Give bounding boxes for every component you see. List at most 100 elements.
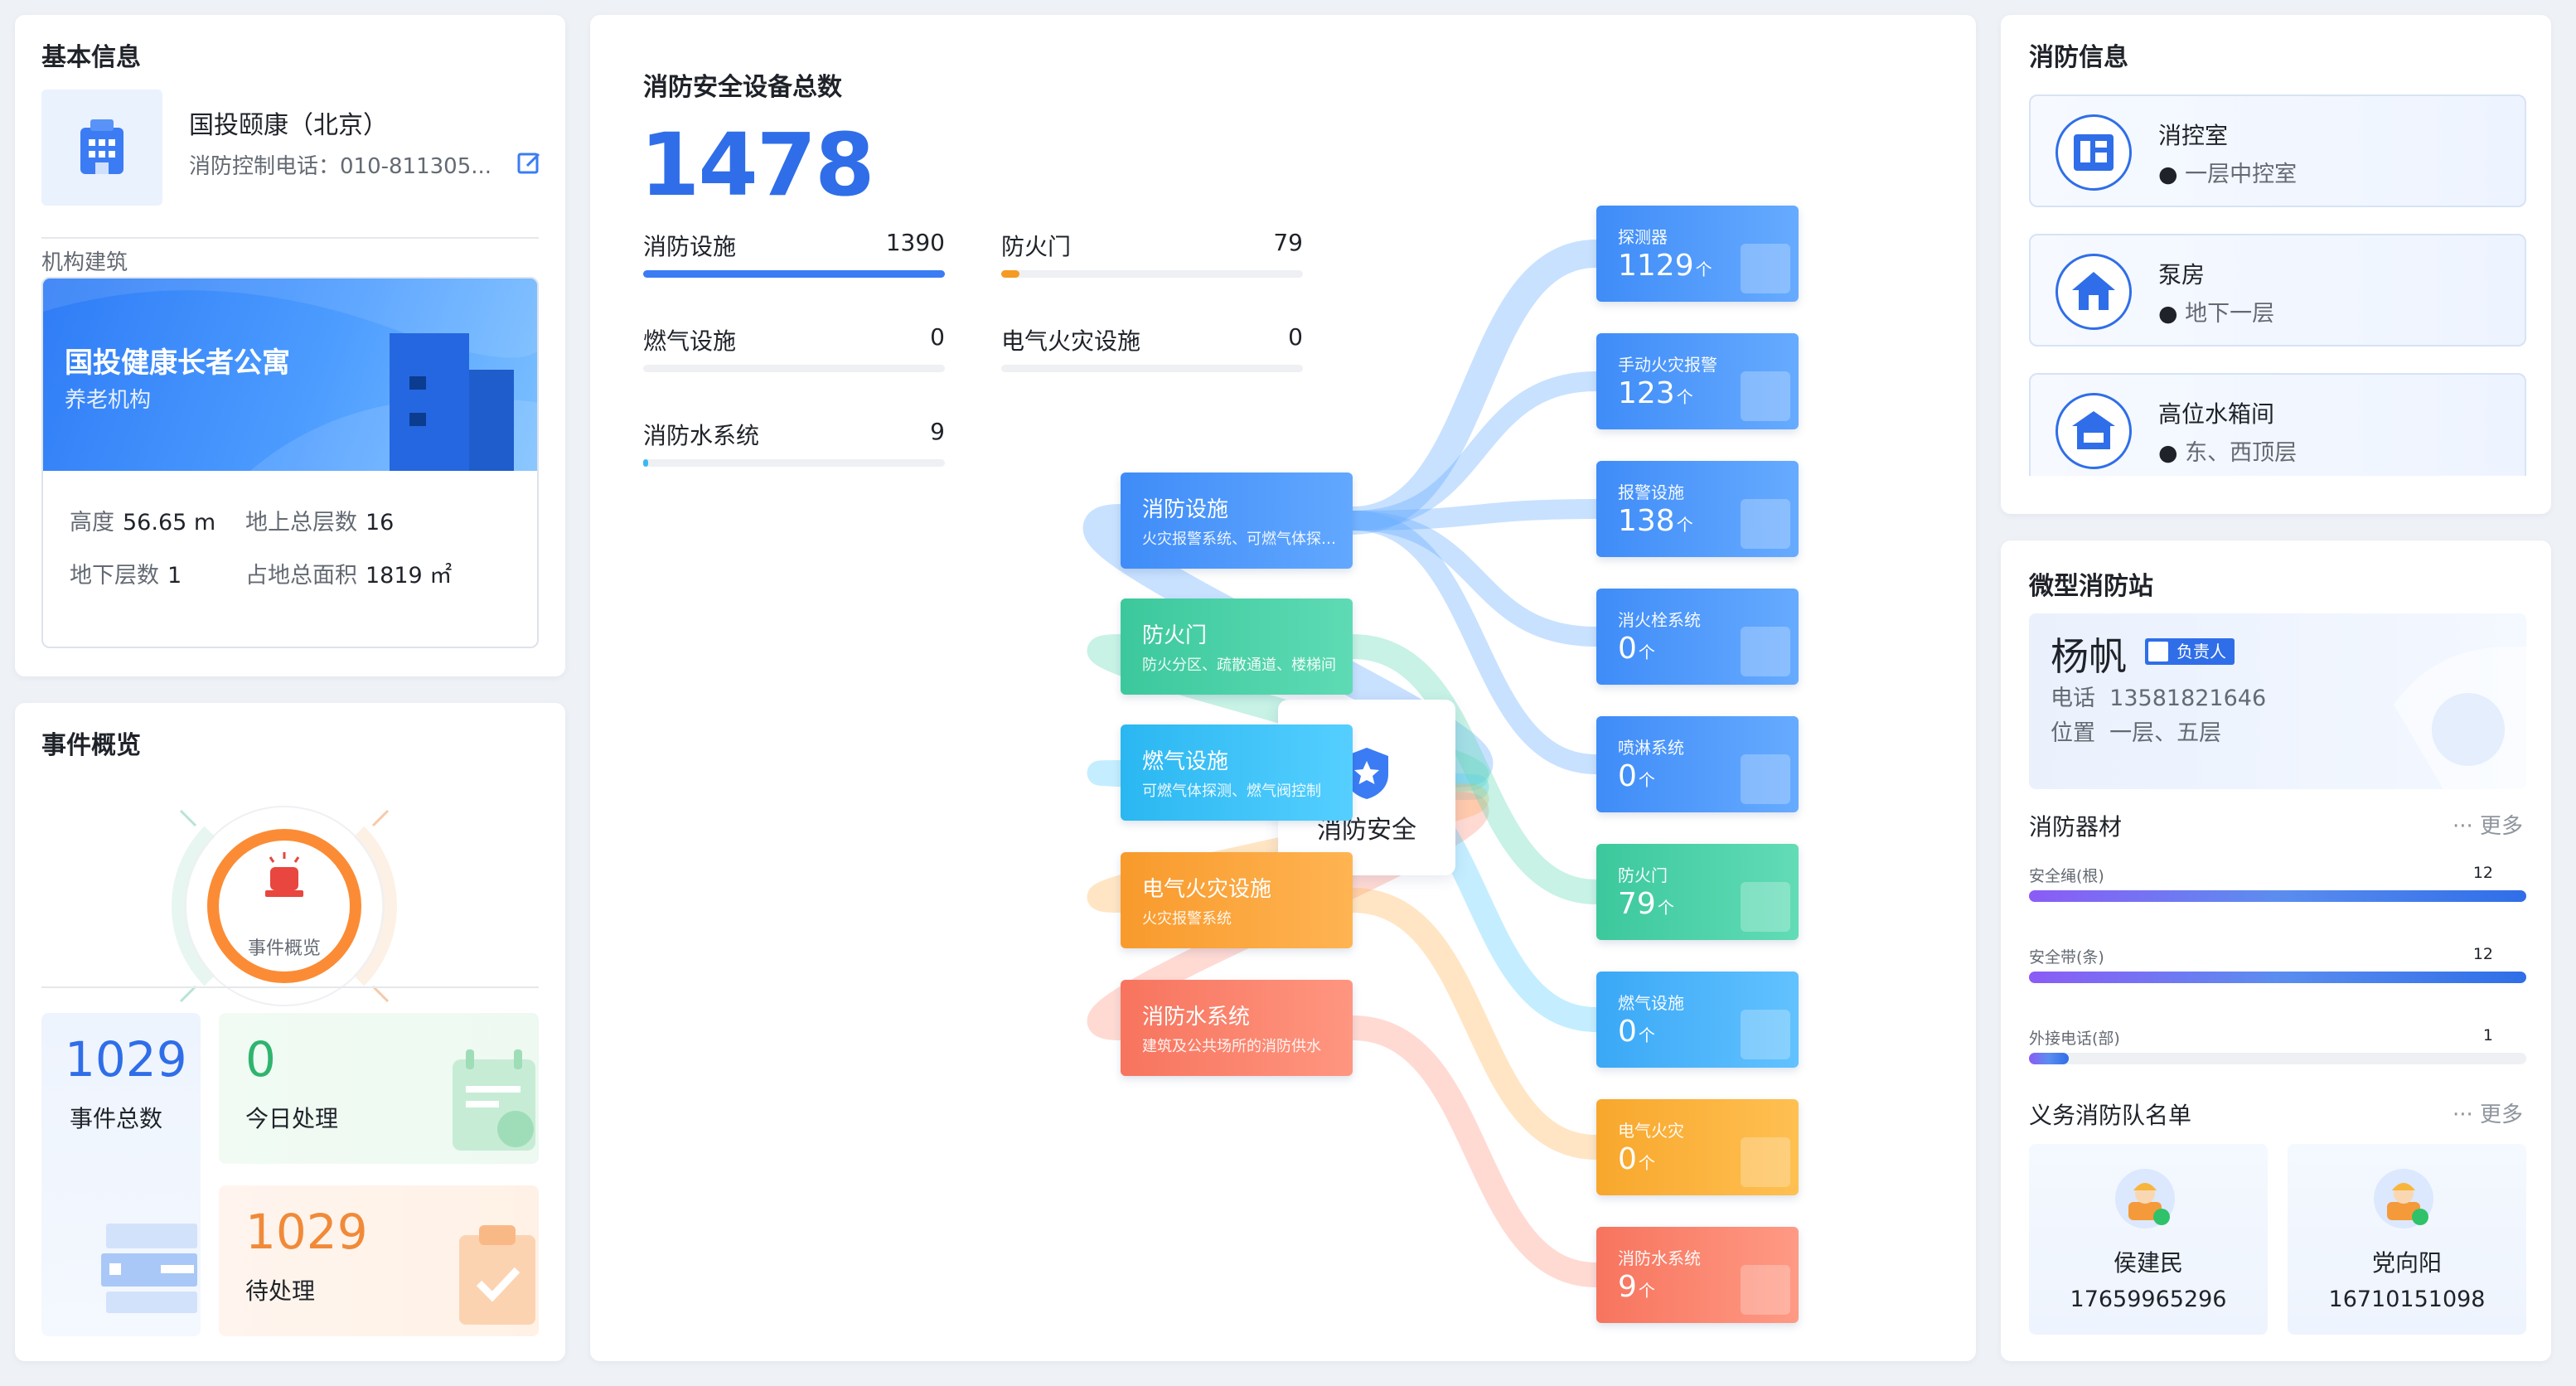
fire-control-room[interactable]: 消控室 ● 一层中控室 [2029, 94, 2526, 207]
device-node[interactable]: 消防水系统 9个 [1596, 1227, 1799, 1323]
equipment-title: 消防器材 [2029, 813, 2123, 841]
device-node[interactable]: 喷淋系统 0个 [1596, 716, 1799, 812]
clipboard-icon [456, 1219, 539, 1330]
person-badge-icon [2148, 642, 2168, 662]
equipment-fill [2029, 890, 2526, 902]
device-node-value: 9个 [1618, 1270, 1655, 1304]
device-overview-card: 消防安全设备总数 1478 消防设施 1390 防火门 79 燃气设施 0 电气… [590, 15, 1976, 1361]
event-today-box[interactable]: 0 今日处理 [219, 1013, 539, 1164]
device-deco-icon [1741, 627, 1790, 676]
firefighter-avatar-icon [2115, 1169, 2175, 1228]
device-node[interactable]: 手动火灾报警 123 个 [1596, 333, 1799, 429]
firefighter-avatar-icon [2374, 1169, 2433, 1228]
equipment-track [2029, 972, 2526, 983]
category-node[interactable]: 消防水系统 建筑及公共场所的消防供水 [1121, 980, 1353, 1076]
pump-room-icon [2055, 254, 2132, 330]
control-room-icon [2055, 114, 2132, 191]
category-node-subtitle: 建筑及公共场所的消防供水 [1142, 1038, 1321, 1055]
area-stat: 占地总面积 1819 ㎡ [245, 563, 453, 589]
device-node[interactable]: 防火门 79 个 [1596, 844, 1799, 940]
floors-below-stat: 地下层数 1 [70, 563, 182, 589]
card-icon [101, 1224, 201, 1318]
event-total-value: 1029 [65, 1031, 187, 1088]
category-node[interactable]: 防火门 防火分区、疏散通道、楼梯间 [1121, 598, 1353, 695]
equipment-name: 外接电话(部) [2029, 1030, 2120, 1048]
category-node-subtitle: 火灾报警系统、可燃气体探测系统 [1142, 531, 1341, 548]
ring-label: 事件概览 [247, 938, 321, 959]
equipment-more-link[interactable]: ··· 更多 [2453, 809, 2523, 840]
category-node-subtitle: 可燃气体探测、燃气阀控制 [1142, 783, 1321, 800]
equipment-track [2029, 890, 2526, 902]
equipment-value: 12 [2472, 945, 2493, 963]
device-node-value: 0个 [1618, 1142, 1655, 1176]
category-node[interactable]: 消防设施 火灾报警系统、可燃气体探测系统 [1121, 472, 1353, 569]
events-divider [41, 986, 539, 988]
equipment-item: 外接电话(部) 1 [2029, 1026, 2526, 1068]
volunteer-card[interactable]: 党向阳 16710151098 [2288, 1144, 2526, 1335]
category-node-title: 电气火灾设施 [1142, 877, 1272, 902]
equipment-name: 安全带(条) [2029, 948, 2104, 967]
basic-info-card: 基本信息 国投颐康（北京） 消防控制电话：010-811305... 机构建筑 … [15, 15, 565, 676]
equipment-value: 12 [2472, 864, 2493, 882]
water-tank-room[interactable]: 高位水箱间 ● 东、西顶层 [2029, 373, 2526, 476]
fire-info-card: 消防信息 消控室 ● 一层中控室 泵房 ● 地下一层 高位水箱间 ● 东、西顶层 [2001, 15, 2551, 514]
volunteer-more-link[interactable]: ··· 更多 [2453, 1098, 2523, 1128]
equipment-item: 安全绳(根) 12 [2029, 864, 2526, 905]
chief-badge: 负责人 [2145, 638, 2235, 665]
device-deco-icon [1741, 371, 1790, 421]
equipment-fill [2029, 972, 2526, 983]
equipment-fill [2029, 1053, 2069, 1064]
height-stat: 高度 56.65 m [70, 510, 216, 536]
device-node-value: 1129 个 [1618, 249, 1712, 283]
building-banner: 国投健康长者公寓 养老机构 [43, 279, 537, 471]
section-label: 机构建筑 [41, 250, 128, 275]
category-node-title: 防火门 [1142, 623, 1208, 648]
volunteer-phone: 17659965296 [2070, 1287, 2227, 1312]
events-card: 事件概览 事件概览 1029 事件总数 0 今日处理 1029 待处理 [15, 703, 565, 1361]
device-node-title: 报警设施 [1618, 482, 1684, 502]
device-node-title: 喷淋系统 [1618, 738, 1684, 758]
device-node[interactable]: 报警设施 138 个 [1596, 461, 1799, 557]
equipment-name: 安全绳(根) [2029, 867, 2104, 885]
device-node-title: 探测器 [1618, 227, 1668, 247]
event-pending-box[interactable]: 1029 待处理 [219, 1185, 539, 1336]
location-pin-icon: ● [2158, 301, 2178, 327]
device-node-value: 0个 [1618, 632, 1655, 666]
event-today-value: 0 [245, 1031, 276, 1088]
device-node-value: 79 个 [1618, 887, 1674, 921]
category-node[interactable]: 电气火灾设施 火灾报警系统 [1121, 852, 1353, 948]
device-node-value: 123 个 [1618, 376, 1693, 410]
calendar-icon [449, 1046, 539, 1156]
building-card[interactable]: 国投健康长者公寓 养老机构 高度 56.65 m 地上总层数 16 地下层数 1 占地… [41, 277, 539, 648]
pump-room[interactable]: 泵房 ● 地下一层 [2029, 234, 2526, 346]
device-node-title: 手动火灾报警 [1618, 355, 1717, 375]
event-total-box[interactable]: 1029 事件总数 [41, 1013, 201, 1336]
station-watermark-icon [2394, 647, 2526, 789]
events-title: 事件概览 [41, 731, 141, 760]
device-node-value: 0个 [1618, 1015, 1655, 1049]
fire-info-title: 消防信息 [2029, 43, 2128, 72]
event-total-label: 事件总数 [70, 1105, 163, 1132]
pump-room-name: 泵房 [2158, 261, 2206, 288]
equipment-value: 1 [2482, 1026, 2493, 1044]
device-node[interactable]: 电气火灾 0个 [1596, 1099, 1799, 1195]
device-node[interactable]: 燃气设施 0个 [1596, 972, 1799, 1068]
org-building-icon [41, 90, 162, 206]
device-deco-icon [1741, 1137, 1790, 1187]
building-type: 养老机构 [65, 388, 152, 413]
device-node-title: 消防水系统 [1618, 1248, 1701, 1268]
device-node-title: 燃气设施 [1618, 993, 1684, 1013]
volunteer-phone: 16710151098 [2328, 1287, 2486, 1312]
event-pending-label: 待处理 [245, 1277, 316, 1305]
chief-location: 位置 一层、五层 [2051, 720, 2222, 746]
device-node[interactable]: 探测器 1129 个 [1596, 206, 1799, 302]
volunteer-name: 党向阳 [2371, 1249, 2442, 1277]
volunteer-name: 侯建民 [2113, 1249, 2183, 1277]
category-node-title: 消防设施 [1142, 497, 1229, 522]
device-deco-icon [1741, 499, 1790, 549]
volunteer-card[interactable]: 侯建民 17659965296 [2029, 1144, 2268, 1335]
category-node[interactable]: 燃气设施 可燃气体探测、燃气阀控制 [1121, 724, 1353, 821]
device-node[interactable]: 消火栓系统 0个 [1596, 589, 1799, 685]
device-deco-icon [1741, 1010, 1790, 1059]
edit-icon[interactable] [516, 149, 544, 177]
